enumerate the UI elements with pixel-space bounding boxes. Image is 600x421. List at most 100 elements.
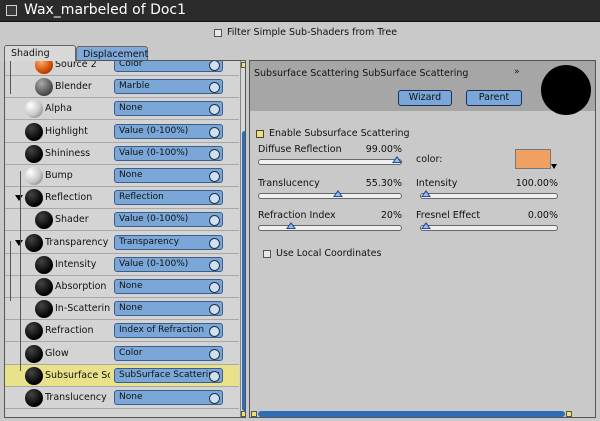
shader-type-dropdown[interactable]: None	[114, 301, 223, 317]
tree-row[interactable]: Blender Marble	[5, 76, 239, 99]
enable-subsurface-checkbox[interactable]: Enable Subsurface Scattering	[256, 128, 410, 139]
slider-knob[interactable]	[285, 222, 296, 229]
tree-row-label: In-Scattering	[55, 303, 110, 315]
shader-ball-icon	[35, 61, 53, 74]
shader-ball-icon	[25, 322, 43, 341]
tab-shading[interactable]: Shading	[4, 45, 76, 61]
tree-row-label: Source 2	[55, 60, 97, 70]
tree-row[interactable]: Source 2 Color	[5, 60, 239, 76]
checkbox-box[interactable]	[214, 28, 222, 37]
tree-scroll-thumb[interactable]	[242, 131, 245, 411]
shader-ball-icon	[25, 189, 43, 208]
shader-ball-icon	[25, 366, 43, 385]
shader-editor: Filter Simple Sub-Shaders from Tree Shad…	[0, 22, 600, 421]
tree-row[interactable]: Absorption None	[5, 276, 239, 298]
tree-row-label: Shader	[55, 214, 89, 226]
shader-type-dropdown[interactable]: None	[114, 390, 223, 405]
shader-type-dropdown[interactable]: Value (0-100%)	[114, 123, 223, 139]
shader-preview-sphere	[541, 65, 591, 115]
tree-row[interactable]: Refraction Index of Refraction	[5, 320, 239, 343]
filter-simple-subshaders-checkbox[interactable]: Filter Simple Sub-Shaders from Tree	[214, 27, 397, 38]
tree-row-label: Subsurface Sc	[45, 369, 110, 381]
tree-row[interactable]: Transparency Transparency	[5, 232, 239, 254]
shader-type-dropdown[interactable]: Value (0-100%)	[114, 212, 223, 228]
tree-row[interactable]: Alpha None	[5, 98, 239, 121]
title-bar: Wax_marbeled of Doc1	[0, 0, 600, 22]
translucency-slider[interactable]	[258, 190, 402, 199]
tree-row-label: Blender	[55, 81, 92, 93]
shader-ball-icon	[35, 211, 53, 230]
refraction-index-value: 20%	[380, 210, 402, 221]
tree-row[interactable]: Highlight Value (0-100%)	[5, 121, 239, 143]
tree-row[interactable]: Intensity Value (0-100%)	[5, 254, 239, 276]
shader-type-dropdown[interactable]: None	[114, 101, 223, 117]
tree-row-label: Refraction	[45, 325, 94, 337]
expand-triangle-icon[interactable]	[15, 239, 23, 246]
window-title: Wax_marbeled of Doc1	[24, 2, 187, 18]
scroll-up-cap[interactable]	[241, 62, 245, 68]
checkbox-box[interactable]	[263, 249, 271, 258]
tree-row-label: Alpha	[45, 103, 73, 115]
expand-triangle-icon[interactable]	[15, 195, 23, 202]
shader-type-dropdown[interactable]: None	[114, 279, 223, 294]
shader-type-dropdown[interactable]: Color	[114, 61, 223, 72]
tree-row[interactable]: In-Scattering None	[5, 298, 239, 321]
shader-type-dropdown[interactable]: Marble	[114, 79, 223, 95]
tree-row-label: Reflection	[45, 192, 93, 204]
refraction-index-slider[interactable]	[258, 222, 402, 231]
use-local-coordinates-checkbox[interactable]: Use Local Coordinates	[263, 248, 381, 259]
shader-type-dropdown[interactable]: SubSurface Scattering	[114, 367, 223, 383]
slider-knob[interactable]	[333, 190, 344, 197]
filter-label: Filter Simple Sub-Shaders from Tree	[227, 27, 398, 38]
fresnel-effect-label: Fresnel Effect	[416, 210, 481, 221]
properties-title: Subsurface Scattering SubSurface Scatter…	[254, 68, 469, 79]
shader-type-dropdown[interactable]: None	[114, 168, 223, 183]
shader-type-dropdown[interactable]: Value (0-100%)	[114, 256, 223, 272]
shader-ball-icon	[25, 389, 43, 407]
diffuse-reflection-value: 99.00%	[365, 144, 402, 155]
scroll-down-cap[interactable]	[241, 411, 245, 417]
tree-row[interactable]: Translucency None	[5, 387, 239, 409]
diffuse-reflection-slider[interactable]	[258, 156, 402, 165]
intensity-slider[interactable]	[420, 190, 558, 199]
slider-knob[interactable]	[421, 222, 431, 229]
tree-row[interactable]: Subsurface Sc SubSurface Scattering	[5, 364, 239, 387]
tree-guide-line	[10, 241, 11, 301]
scroll-left-cap[interactable]	[251, 411, 257, 417]
wizard-button[interactable]: Wizard	[398, 90, 452, 106]
color-label: color:	[416, 154, 443, 165]
collapse-icon[interactable]: »	[514, 67, 520, 77]
shader-type-dropdown[interactable]: Color	[114, 345, 223, 361]
shader-type-dropdown[interactable]: Value (0-100%)	[114, 145, 223, 161]
tree-row[interactable]: Glow Color	[5, 343, 239, 365]
color-popup-icon[interactable]	[551, 164, 557, 169]
shader-type-dropdown[interactable]: Index of Refraction	[114, 323, 223, 339]
shader-tree-panel: Source 2 Color Blender Marble Alpha None Highl…	[4, 60, 246, 418]
tree-row[interactable]: Shininess Value (0-100%)	[5, 143, 239, 165]
tree-row[interactable]: Reflection Reflection	[5, 187, 239, 210]
scroll-right-cap[interactable]	[566, 411, 572, 417]
shader-type-dropdown[interactable]: Reflection	[114, 190, 223, 206]
shader-ball-icon	[35, 255, 53, 274]
enable-label: Enable Subsurface Scattering	[269, 128, 410, 139]
intensity-label: Intensity	[416, 178, 458, 189]
slider-knob[interactable]	[421, 190, 431, 197]
shader-ball-icon	[35, 300, 53, 319]
color-swatch[interactable]	[515, 149, 551, 169]
tree-row-label: Shininess	[45, 147, 91, 159]
tree-scrollbar[interactable]	[240, 61, 245, 417]
tree-row[interactable]: Bump None	[5, 165, 239, 187]
properties-scrollbar[interactable]	[258, 411, 565, 417]
tree-row[interactable]: Shader Value (0-100%)	[5, 209, 239, 232]
close-box-icon[interactable]	[6, 5, 17, 16]
refraction-index-label: Refraction Index	[258, 210, 336, 221]
diffuse-reflection-label: Diffuse Reflection	[258, 144, 342, 155]
checkbox-box[interactable]	[256, 129, 264, 138]
tree-guide-line	[20, 171, 21, 261]
fresnel-effect-value: 0.00%	[527, 210, 558, 221]
slider-knob[interactable]	[391, 156, 402, 163]
shader-type-dropdown[interactable]: Transparency	[114, 234, 223, 250]
tree-row-label: Highlight	[45, 125, 88, 137]
fresnel-effect-slider[interactable]	[420, 222, 558, 231]
parent-button[interactable]: Parent	[466, 90, 522, 106]
